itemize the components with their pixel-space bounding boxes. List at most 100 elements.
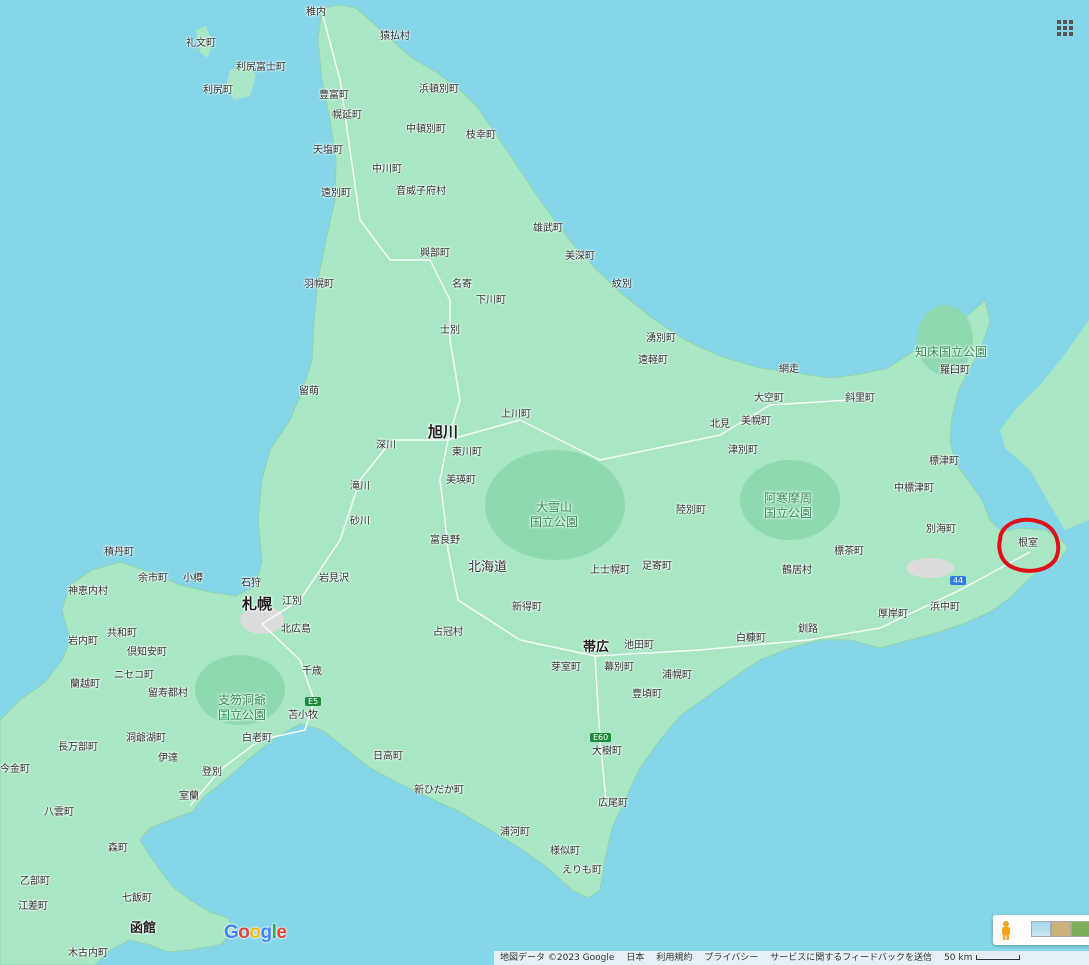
place-label[interactable]: 北見: [710, 420, 730, 430]
place-label[interactable]: 稚内: [306, 8, 326, 18]
place-label[interactable]: 津別町: [728, 446, 758, 456]
place-label[interactable]: 羅臼町: [940, 366, 970, 376]
place-label[interactable]: 興部町: [420, 249, 450, 259]
place-label[interactable]: 石狩: [241, 579, 261, 589]
place-label[interactable]: 占冠村: [433, 628, 463, 638]
place-label[interactable]: 札幌: [242, 597, 272, 612]
place-label[interactable]: 深川: [376, 441, 396, 451]
place-label[interactable]: 江差町: [18, 902, 48, 912]
place-label[interactable]: 倶知安町: [127, 648, 167, 658]
place-label[interactable]: 羽幌町: [304, 280, 334, 290]
place-label[interactable]: 芽室町: [551, 663, 581, 673]
place-label[interactable]: 苫小牧: [288, 711, 318, 721]
place-label[interactable]: 新得町: [512, 603, 542, 613]
layer-thumbnail-map[interactable]: [1031, 921, 1051, 937]
place-label[interactable]: 枝幸町: [466, 131, 496, 141]
place-label[interactable]: 白糠町: [736, 634, 766, 644]
place-label[interactable]: 千歳: [302, 667, 322, 677]
park-label-shikotsu[interactable]: 支笏洞爺 国立公園: [218, 693, 266, 723]
place-label[interactable]: 七飯町: [122, 894, 152, 904]
place-label[interactable]: 士別: [440, 326, 460, 336]
place-label[interactable]: 今金町: [0, 765, 30, 775]
country-link[interactable]: 日本: [620, 951, 650, 965]
place-label[interactable]: 豊富町: [319, 91, 349, 101]
place-label[interactable]: 余市町: [138, 574, 168, 584]
place-label[interactable]: 長万部町: [58, 743, 98, 753]
feedback-link[interactable]: サービスに関するフィードバックを送信: [764, 951, 938, 965]
place-label[interactable]: 鶴居村: [782, 566, 812, 576]
place-label[interactable]: 浦幌町: [662, 671, 692, 681]
place-label[interactable]: 神恵内村: [68, 587, 108, 597]
place-label[interactable]: えりも町: [562, 866, 602, 876]
place-label[interactable]: 砂川: [350, 517, 370, 527]
place-label[interactable]: 様似町: [550, 847, 580, 857]
place-label[interactable]: 幕別町: [604, 663, 634, 673]
place-label[interactable]: 日高町: [373, 752, 403, 762]
place-label[interactable]: 陸別町: [676, 506, 706, 516]
place-label[interactable]: 旭川: [428, 425, 458, 440]
place-label[interactable]: 白老町: [242, 734, 272, 744]
place-label[interactable]: 足寄町: [642, 562, 672, 572]
place-label[interactable]: 北広島: [281, 625, 311, 635]
place-label[interactable]: 木古内町: [68, 949, 108, 959]
place-label[interactable]: 浜頓別町: [419, 85, 459, 95]
place-label[interactable]: 網走: [779, 365, 799, 375]
place-label[interactable]: 天塩町: [313, 146, 343, 156]
place-label[interactable]: 猿払村: [380, 32, 410, 42]
park-label-akan[interactable]: 阿寒摩周 国立公園: [764, 491, 812, 521]
place-label[interactable]: 新ひだか町: [414, 786, 464, 796]
privacy-link[interactable]: プライバシー: [698, 951, 764, 965]
place-label[interactable]: 別海町: [926, 525, 956, 535]
place-label[interactable]: 下川町: [476, 296, 506, 306]
place-label[interactable]: 富良野: [430, 536, 460, 546]
place-label[interactable]: 蘭越町: [70, 680, 100, 690]
place-label[interactable]: 伊達: [158, 754, 178, 764]
place-label[interactable]: 岩見沢: [319, 574, 349, 584]
place-label[interactable]: 上士幌町: [590, 566, 630, 576]
place-label[interactable]: 遠軽町: [638, 356, 668, 366]
place-label[interactable]: 小樽: [183, 574, 203, 584]
place-label[interactable]: 浦河町: [500, 828, 530, 838]
place-label[interactable]: 森町: [108, 844, 128, 854]
place-label[interactable]: 標茶町: [834, 547, 864, 557]
place-label[interactable]: 厚岸町: [878, 610, 908, 620]
place-label[interactable]: 滝川: [350, 482, 370, 492]
place-label[interactable]: 上川町: [501, 410, 531, 420]
place-label[interactable]: 池田町: [624, 641, 654, 651]
place-label[interactable]: 利尻富士町: [236, 63, 286, 73]
place-label[interactable]: 豊頃町: [632, 690, 662, 700]
place-label[interactable]: 美幌町: [741, 417, 771, 427]
place-label[interactable]: 釧路: [798, 625, 818, 635]
place-label[interactable]: 留萌: [299, 387, 319, 397]
google-logo[interactable]: Google: [224, 922, 287, 944]
place-label[interactable]: 標津町: [929, 457, 959, 467]
place-label[interactable]: 根室: [1018, 539, 1038, 549]
layer-thumbnail-terrain[interactable]: [1051, 921, 1071, 937]
scale-indicator[interactable]: 50 km: [938, 951, 1026, 965]
place-label[interactable]: 礼文町: [186, 39, 216, 49]
place-label[interactable]: 共和町: [107, 629, 137, 639]
place-label[interactable]: 斜里町: [845, 394, 875, 404]
apps-grid-icon[interactable]: [1057, 20, 1075, 38]
place-label[interactable]: 浜中町: [930, 603, 960, 613]
pegman-icon[interactable]: [999, 920, 1013, 940]
place-label[interactable]: 幌延町: [332, 111, 362, 121]
place-label[interactable]: 室蘭: [179, 792, 199, 802]
place-label[interactable]: 湧別町: [646, 334, 676, 344]
place-label[interactable]: 中標津町: [894, 484, 934, 494]
place-label[interactable]: 岩内町: [68, 637, 98, 647]
place-label[interactable]: 登別: [202, 768, 222, 778]
place-label[interactable]: 名寄: [452, 280, 472, 290]
place-label[interactable]: ニセコ町: [114, 671, 154, 681]
place-label[interactable]: 帯広: [583, 641, 609, 654]
park-label-taisetsu[interactable]: 大雪山 国立公園: [530, 500, 578, 530]
place-label[interactable]: 美瑛町: [446, 476, 476, 486]
place-label[interactable]: 中川町: [372, 165, 402, 175]
place-label[interactable]: 乙部町: [20, 877, 50, 887]
place-label[interactable]: 遠別町: [321, 189, 351, 199]
place-label[interactable]: 大空町: [754, 394, 784, 404]
place-label[interactable]: 洞爺湖町: [126, 734, 166, 744]
place-label[interactable]: 中頓別町: [406, 125, 446, 135]
place-label[interactable]: 函館: [130, 922, 156, 935]
place-label[interactable]: 大樹町: [592, 747, 622, 757]
